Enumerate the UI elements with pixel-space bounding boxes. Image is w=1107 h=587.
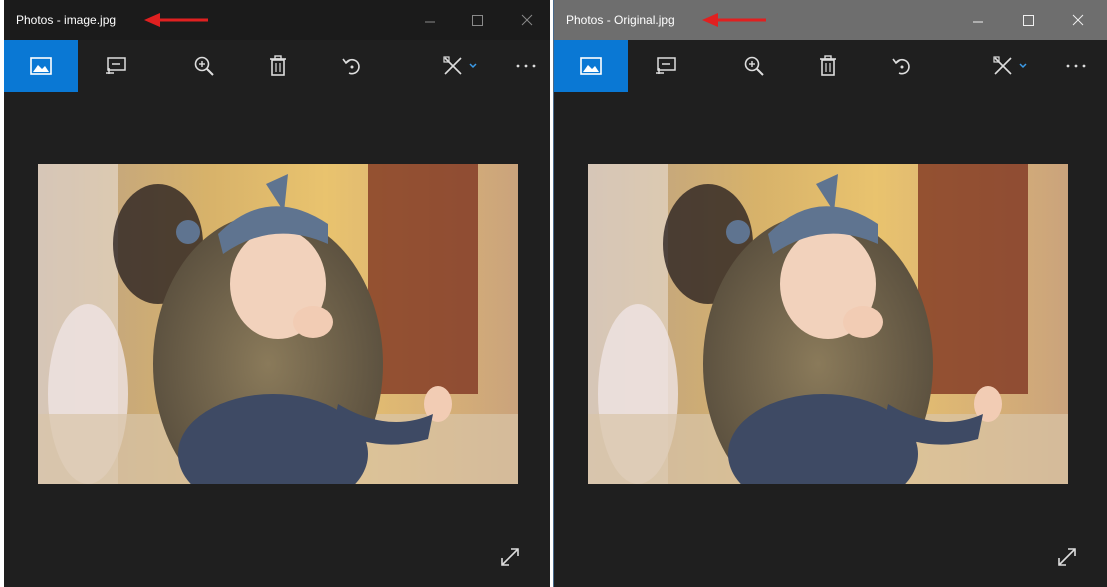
more-options-button[interactable]	[1046, 40, 1106, 92]
title-bar[interactable]: Photos - Original.jpg	[554, 0, 1107, 40]
photo-toolbar	[554, 40, 1107, 92]
rotate-button[interactable]	[872, 40, 932, 92]
maximize-button[interactable]	[1010, 8, 1046, 32]
window-title: Photos - image.jpg	[16, 13, 117, 27]
delete-icon	[820, 55, 836, 76]
slideshow-button[interactable]	[636, 40, 696, 92]
photos-window-original: Photos - Original.jpg	[553, 0, 1107, 587]
photo-toolbar	[4, 40, 550, 92]
photos-window-image: Photos - image.jpg	[4, 0, 550, 587]
photo-child-costume	[38, 164, 518, 484]
slideshow-button[interactable]	[86, 40, 146, 92]
edit-draw-icon	[993, 56, 1027, 75]
edit-create-button[interactable]	[432, 40, 492, 92]
window-title: Photos - Original.jpg	[566, 13, 675, 27]
view-photo-icon	[30, 57, 52, 75]
delete-button[interactable]	[248, 40, 308, 92]
title-bar[interactable]: Photos - image.jpg	[4, 0, 550, 40]
slideshow-icon	[656, 57, 676, 74]
fullscreen-icon[interactable]	[498, 545, 522, 569]
more-options-button[interactable]	[496, 40, 550, 92]
delete-button[interactable]	[798, 40, 858, 92]
edit-draw-icon	[443, 56, 477, 75]
photo-child-costume	[588, 164, 1068, 484]
view-photo-button[interactable]	[4, 40, 78, 92]
maximize-button[interactable]	[459, 8, 495, 32]
more-icon	[516, 64, 536, 68]
view-photo-icon	[580, 57, 602, 75]
zoom-button[interactable]	[724, 40, 784, 92]
minimize-button[interactable]	[412, 8, 448, 32]
red-arrow-annotation	[702, 13, 766, 27]
rotate-button[interactable]	[322, 40, 382, 92]
zoom-icon	[194, 56, 214, 76]
view-photo-button[interactable]	[554, 40, 628, 92]
fullscreen-icon[interactable]	[1055, 545, 1079, 569]
red-arrow-annotation	[144, 13, 208, 27]
slideshow-icon	[106, 57, 126, 74]
delete-icon	[270, 55, 286, 76]
rotate-icon	[892, 58, 910, 75]
photo-viewer-canvas[interactable]	[4, 92, 550, 587]
photo-viewer-canvas[interactable]	[554, 92, 1107, 587]
zoom-button[interactable]	[174, 40, 234, 92]
minimize-button[interactable]	[960, 8, 996, 32]
rotate-icon	[342, 58, 360, 75]
more-icon	[1066, 64, 1086, 68]
zoom-icon	[744, 56, 764, 76]
edit-create-button[interactable]	[982, 40, 1042, 92]
close-button[interactable]	[509, 8, 545, 32]
close-button[interactable]	[1060, 8, 1096, 32]
